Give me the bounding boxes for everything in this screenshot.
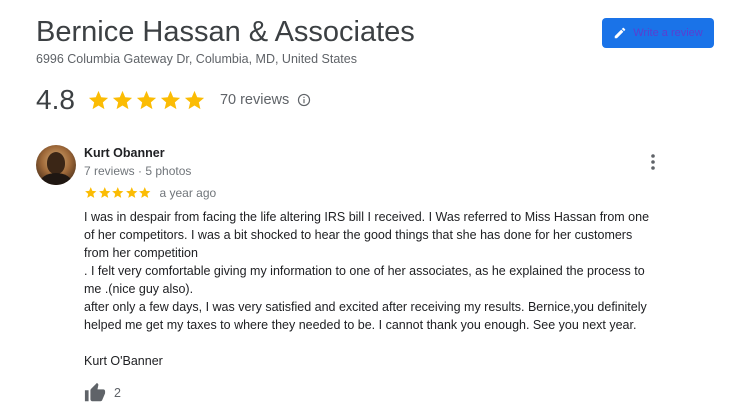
pencil-icon: [615, 27, 626, 39]
review-count[interactable]: 70 reviews: [220, 92, 289, 108]
more-vert-icon: [651, 154, 655, 170]
review-line: Kurt O'Banner: [84, 354, 163, 368]
more-options-button[interactable]: [644, 152, 662, 172]
review-rating: a year ago: [84, 185, 216, 201]
review-line: of her competitors. I was a bit shocked …: [84, 228, 633, 242]
review-line: after only a few days, I was very satisf…: [84, 300, 647, 314]
info-icon[interactable]: [297, 93, 311, 107]
rating-value: 4.8: [36, 84, 75, 115]
review-stars: [84, 186, 152, 200]
write-review-button[interactable]: Write a review: [602, 18, 714, 48]
review-line: helped me get my taxes to where they nee…: [84, 318, 637, 332]
review-text: I was in despair from facing the life al…: [84, 208, 684, 370]
review-star-icon: [139, 187, 151, 199]
review-line: me .(nice guy also).: [84, 282, 194, 296]
like-count: 2: [114, 386, 121, 400]
summary-star-icon: [160, 90, 181, 109]
rating-summary: 4.8 70 reviews: [36, 82, 311, 118]
rating-stars: [87, 89, 206, 112]
summary-star-icon: [112, 90, 133, 109]
summary-star-icon: [88, 90, 109, 109]
review-date: a year ago: [159, 186, 217, 200]
review-line: I was in despair from facing the life al…: [84, 210, 650, 224]
write-review-label: Write a review: [633, 27, 703, 39]
review-star-icon: [85, 187, 97, 199]
reviewer-avatar[interactable]: [36, 145, 76, 185]
thumbs-up-icon[interactable]: [84, 382, 106, 404]
reviewer-meta: 7 reviews · 5 photos: [84, 164, 192, 178]
review-star-icon: [98, 187, 110, 199]
reviewer-name[interactable]: Kurt Obanner: [84, 146, 165, 160]
business-name: Bernice Hassan & Associates: [36, 16, 415, 48]
business-address: 6996 Columbia Gateway Dr, Columbia, MD, …: [36, 52, 357, 66]
review-line: . I felt very comfortable giving my info…: [84, 264, 645, 278]
review-star-icon: [112, 187, 124, 199]
avatar-shoulders: [40, 173, 72, 185]
review-line: from her competition: [84, 246, 198, 260]
summary-star-icon: [136, 90, 157, 109]
review-line: [84, 334, 684, 352]
summary-star-icon: [184, 90, 205, 109]
avatar-face: [47, 152, 65, 174]
like-row: 2: [84, 380, 121, 406]
review-star-icon: [125, 187, 137, 199]
